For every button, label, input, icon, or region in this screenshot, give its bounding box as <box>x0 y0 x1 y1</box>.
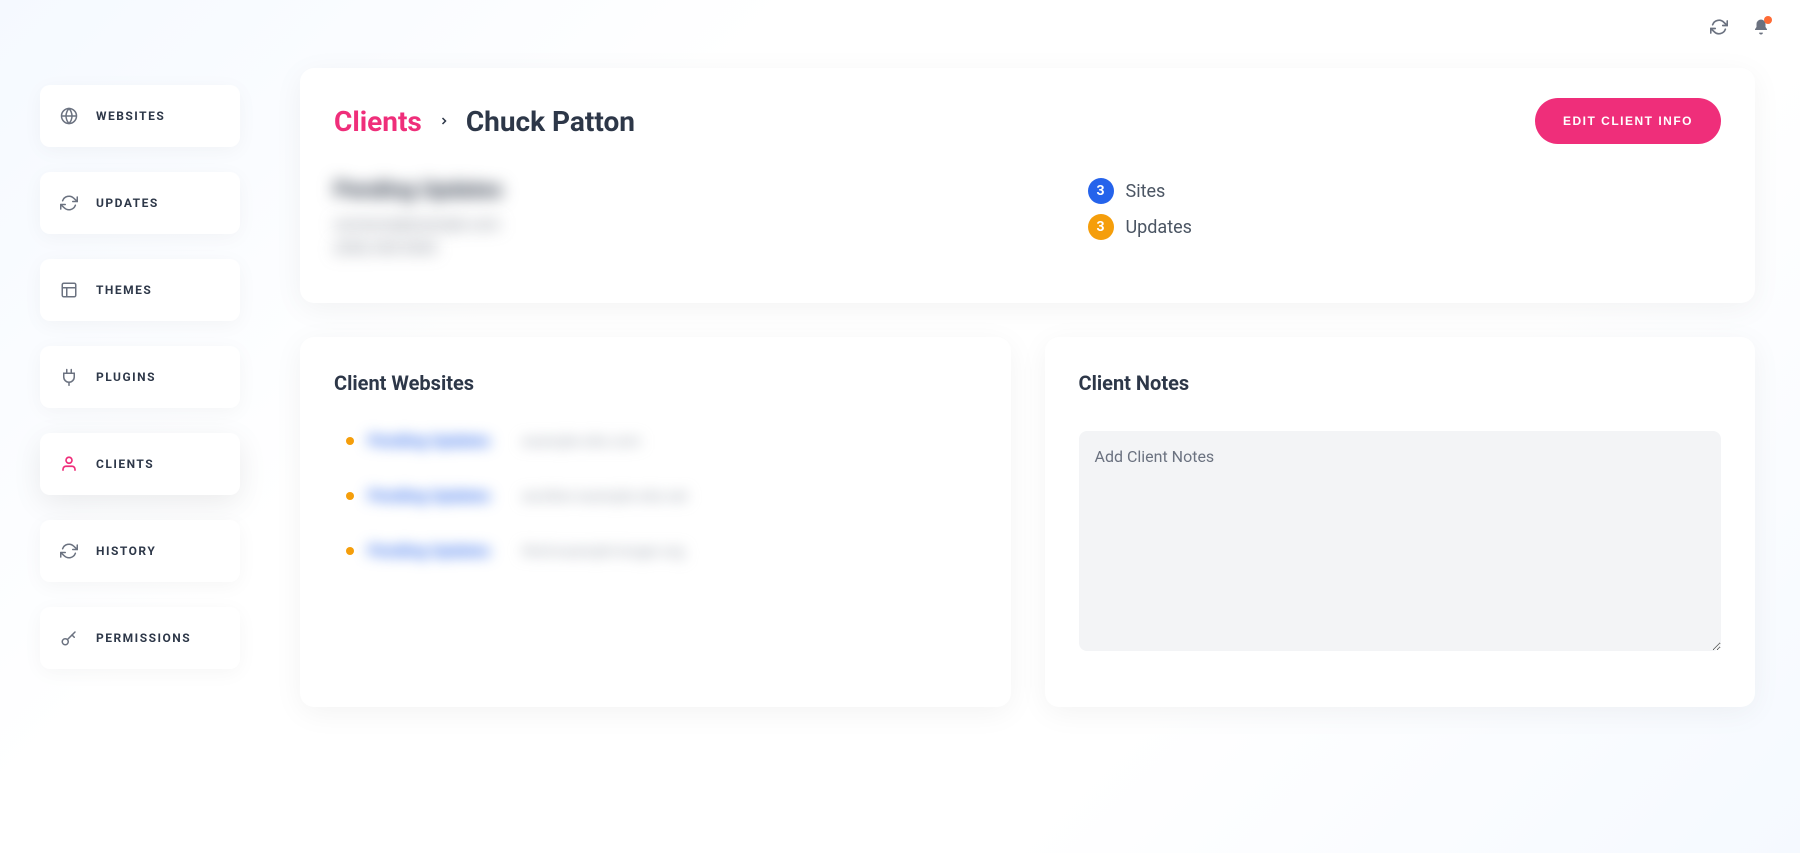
sidebar: WEBSITES UPDATES THEMES PLUGINS CLIENTS <box>0 0 260 853</box>
globe-icon <box>60 107 78 125</box>
panel-title: Client Websites <box>334 371 977 395</box>
sidebar-label: PERMISSIONS <box>96 631 191 645</box>
sidebar-label: HISTORY <box>96 544 156 558</box>
chevron-right-icon <box>438 115 450 127</box>
website-url-redacted: another-example-site.net <box>522 487 688 505</box>
sidebar-item-websites[interactable]: WEBSITES <box>40 85 240 147</box>
website-url-redacted: third-example-longer.org <box>522 542 684 560</box>
sites-label: Sites <box>1126 181 1166 202</box>
user-icon <box>60 455 78 473</box>
status-dot-icon <box>346 437 354 445</box>
edit-client-button[interactable]: EDIT CLIENT INFO <box>1535 98 1721 144</box>
client-name-redacted: Pending Updates <box>334 178 1028 203</box>
key-icon <box>60 629 78 647</box>
website-item[interactable]: Pending Updates third-example-longer.org <box>346 541 977 560</box>
website-name-redacted: Pending Updates <box>368 486 508 505</box>
website-name-redacted: Pending Updates <box>368 541 508 560</box>
stat-updates: 3 Updates <box>1088 214 1192 240</box>
updates-count-badge: 3 <box>1088 214 1114 240</box>
client-stats: 3 Sites 3 Updates <box>1088 178 1192 263</box>
client-details: Pending Updates someone@example.com (555… <box>334 178 1028 263</box>
client-notes-panel: Client Notes <box>1045 337 1756 707</box>
sidebar-item-themes[interactable]: THEMES <box>40 259 240 321</box>
sidebar-item-plugins[interactable]: PLUGINS <box>40 346 240 408</box>
website-item[interactable]: Pending Updates another-example-site.net <box>346 486 977 505</box>
sidebar-label: CLIENTS <box>96 457 154 471</box>
main-content: Clients Chuck Patton EDIT CLIENT INFO Pe… <box>260 0 1800 853</box>
sidebar-label: WEBSITES <box>96 109 165 123</box>
client-phone-redacted: (555) 555-5555 <box>334 239 1028 257</box>
website-item[interactable]: Pending Updates example-site.com <box>346 431 977 450</box>
sidebar-label: UPDATES <box>96 196 159 210</box>
client-notes-textarea[interactable] <box>1079 431 1722 651</box>
sidebar-item-updates[interactable]: UPDATES <box>40 172 240 234</box>
sidebar-item-history[interactable]: HISTORY <box>40 520 240 582</box>
breadcrumb-root-link[interactable]: Clients <box>334 105 422 138</box>
layout-icon <box>60 281 78 299</box>
bell-icon[interactable] <box>1752 18 1770 40</box>
breadcrumb-current: Chuck Patton <box>466 105 635 138</box>
client-websites-panel: Client Websites Pending Updates example-… <box>300 337 1011 707</box>
refresh-icon <box>60 194 78 212</box>
status-dot-icon <box>346 492 354 500</box>
refresh-icon[interactable] <box>1710 18 1728 40</box>
breadcrumb: Clients Chuck Patton <box>334 105 635 138</box>
sidebar-label: THEMES <box>96 283 152 297</box>
website-url-redacted: example-site.com <box>522 432 641 450</box>
panel-title: Client Notes <box>1079 371 1722 395</box>
plug-icon <box>60 368 78 386</box>
sidebar-item-clients[interactable]: CLIENTS <box>40 433 240 495</box>
updates-label: Updates <box>1126 217 1192 238</box>
client-header-card: Clients Chuck Patton EDIT CLIENT INFO Pe… <box>300 68 1755 303</box>
client-email-redacted: someone@example.com <box>334 215 1028 233</box>
sidebar-item-permissions[interactable]: PERMISSIONS <box>40 607 240 669</box>
status-dot-icon <box>346 547 354 555</box>
website-list: Pending Updates example-site.com Pending… <box>334 431 977 560</box>
stat-sites: 3 Sites <box>1088 178 1192 204</box>
sidebar-label: PLUGINS <box>96 370 156 384</box>
website-name-redacted: Pending Updates <box>368 431 508 450</box>
sites-count-badge: 3 <box>1088 178 1114 204</box>
notification-dot <box>1764 16 1772 24</box>
refresh-icon <box>60 542 78 560</box>
